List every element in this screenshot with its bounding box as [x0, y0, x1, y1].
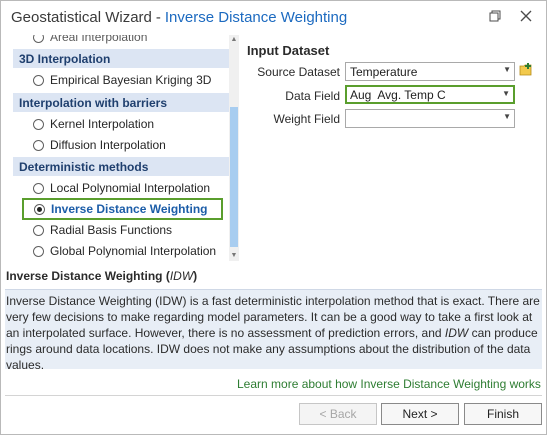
- input-dataset-title: Input Dataset: [247, 43, 330, 58]
- radio-icon: [33, 74, 44, 86]
- radio-icon: [33, 224, 44, 236]
- method-label: Radial Basis Functions: [50, 223, 173, 237]
- title-separator: -: [155, 9, 161, 26]
- description-title: Inverse Distance Weighting (IDW): [6, 269, 198, 283]
- back-button[interactable]: < Back: [299, 403, 377, 425]
- source-dataset-value: Temperature: [350, 65, 418, 79]
- learn-more-link[interactable]: Learn more about how Inverse Distance We…: [237, 377, 541, 391]
- add-data-icon[interactable]: [519, 63, 533, 76]
- method-item-local-polynomial-interpolation[interactable]: Local Polynomial Interpolation: [13, 178, 229, 198]
- method-list-scrollbar[interactable]: ▲ ▼: [229, 35, 239, 261]
- description-abbreviation: IDW: [169, 269, 194, 283]
- data-field-dropdown[interactable]: Aug Avg. Temp C ▼: [345, 85, 515, 104]
- method-item-areal-interpolation[interactable]: Areal Interpolation: [13, 35, 229, 47]
- method-label: Areal Interpolation: [50, 35, 148, 44]
- method-item-radial-basis-functions[interactable]: Radial Basis Functions: [13, 220, 229, 240]
- chevron-down-icon: ▼: [503, 65, 511, 74]
- method-item-global-polynomial-interpolation[interactable]: Global Polynomial Interpolation: [13, 241, 229, 261]
- scrollbar-thumb[interactable]: [230, 107, 238, 247]
- source-dataset-label: Source Dataset: [257, 65, 340, 79]
- radio-icon: [33, 118, 44, 130]
- radio-selected-icon: [34, 203, 45, 215]
- weight-field-label: Weight Field: [273, 112, 340, 126]
- description-text: Inverse Distance Weighting (IDW) is a fa…: [6, 293, 541, 373]
- method-label: Inverse Distance Weighting: [51, 202, 208, 216]
- source-dataset-dropdown[interactable]: Temperature ▼: [345, 62, 515, 81]
- group-header-3d-interpolation: 3D Interpolation: [13, 49, 229, 68]
- radio-icon: [33, 182, 44, 194]
- method-label: Global Polynomial Interpolation: [50, 244, 217, 258]
- group-header-deterministic-methods: Deterministic methods: [13, 157, 229, 176]
- chevron-down-icon: ▼: [502, 89, 510, 98]
- next-button[interactable]: Next >: [381, 403, 459, 425]
- method-list: Areal Interpolation 3D Interpolation Emp…: [13, 35, 229, 261]
- radio-icon: [33, 139, 44, 151]
- footer-divider: [5, 395, 542, 396]
- data-field-value: Aug Avg. Temp C: [350, 88, 446, 102]
- method-label: Empirical Bayesian Kriging 3D: [50, 73, 212, 87]
- restore-icon[interactable]: [484, 6, 506, 26]
- radio-icon: [33, 35, 44, 43]
- description-method-name: Inverse Distance Weighting: [6, 269, 163, 283]
- method-item-empirical-bayesian-kriging-3d[interactable]: Empirical Bayesian Kriging 3D: [13, 70, 229, 90]
- method-label: Kernel Interpolation: [50, 117, 155, 131]
- scroll-down-icon[interactable]: ▼: [229, 251, 239, 261]
- method-item-diffusion-interpolation[interactable]: Diffusion Interpolation: [13, 135, 229, 155]
- method-subtitle: Inverse Distance Weighting: [164, 9, 348, 26]
- finish-button[interactable]: Finish: [464, 403, 542, 425]
- close-icon[interactable]: [515, 6, 537, 26]
- method-label: Diffusion Interpolation: [50, 138, 166, 152]
- data-field-label: Data Field: [285, 89, 340, 103]
- weight-field-dropdown[interactable]: ▼: [345, 109, 515, 128]
- app-title: Geostatistical Wizard: [11, 9, 152, 26]
- method-label: Local Polynomial Interpolation: [50, 181, 211, 195]
- radio-icon: [33, 245, 44, 257]
- method-item-kernel-interpolation[interactable]: Kernel Interpolation: [13, 114, 229, 134]
- title-bar: Geostatistical Wizard - Inverse Distance W…: [1, 1, 546, 35]
- window-title: Geostatistical Wizard - Inverse Distance W…: [11, 9, 347, 26]
- group-header-interpolation-with-barriers: Interpolation with barriers: [13, 93, 229, 112]
- scroll-up-icon[interactable]: ▲: [229, 35, 239, 45]
- description-text-emphasis: IDW: [444, 326, 469, 340]
- chevron-down-icon: ▼: [503, 112, 511, 121]
- geostatistical-wizard-window: Geostatistical Wizard - Inverse Distance W…: [0, 0, 547, 435]
- method-item-inverse-distance-weighting[interactable]: Inverse Distance Weighting: [22, 198, 223, 220]
